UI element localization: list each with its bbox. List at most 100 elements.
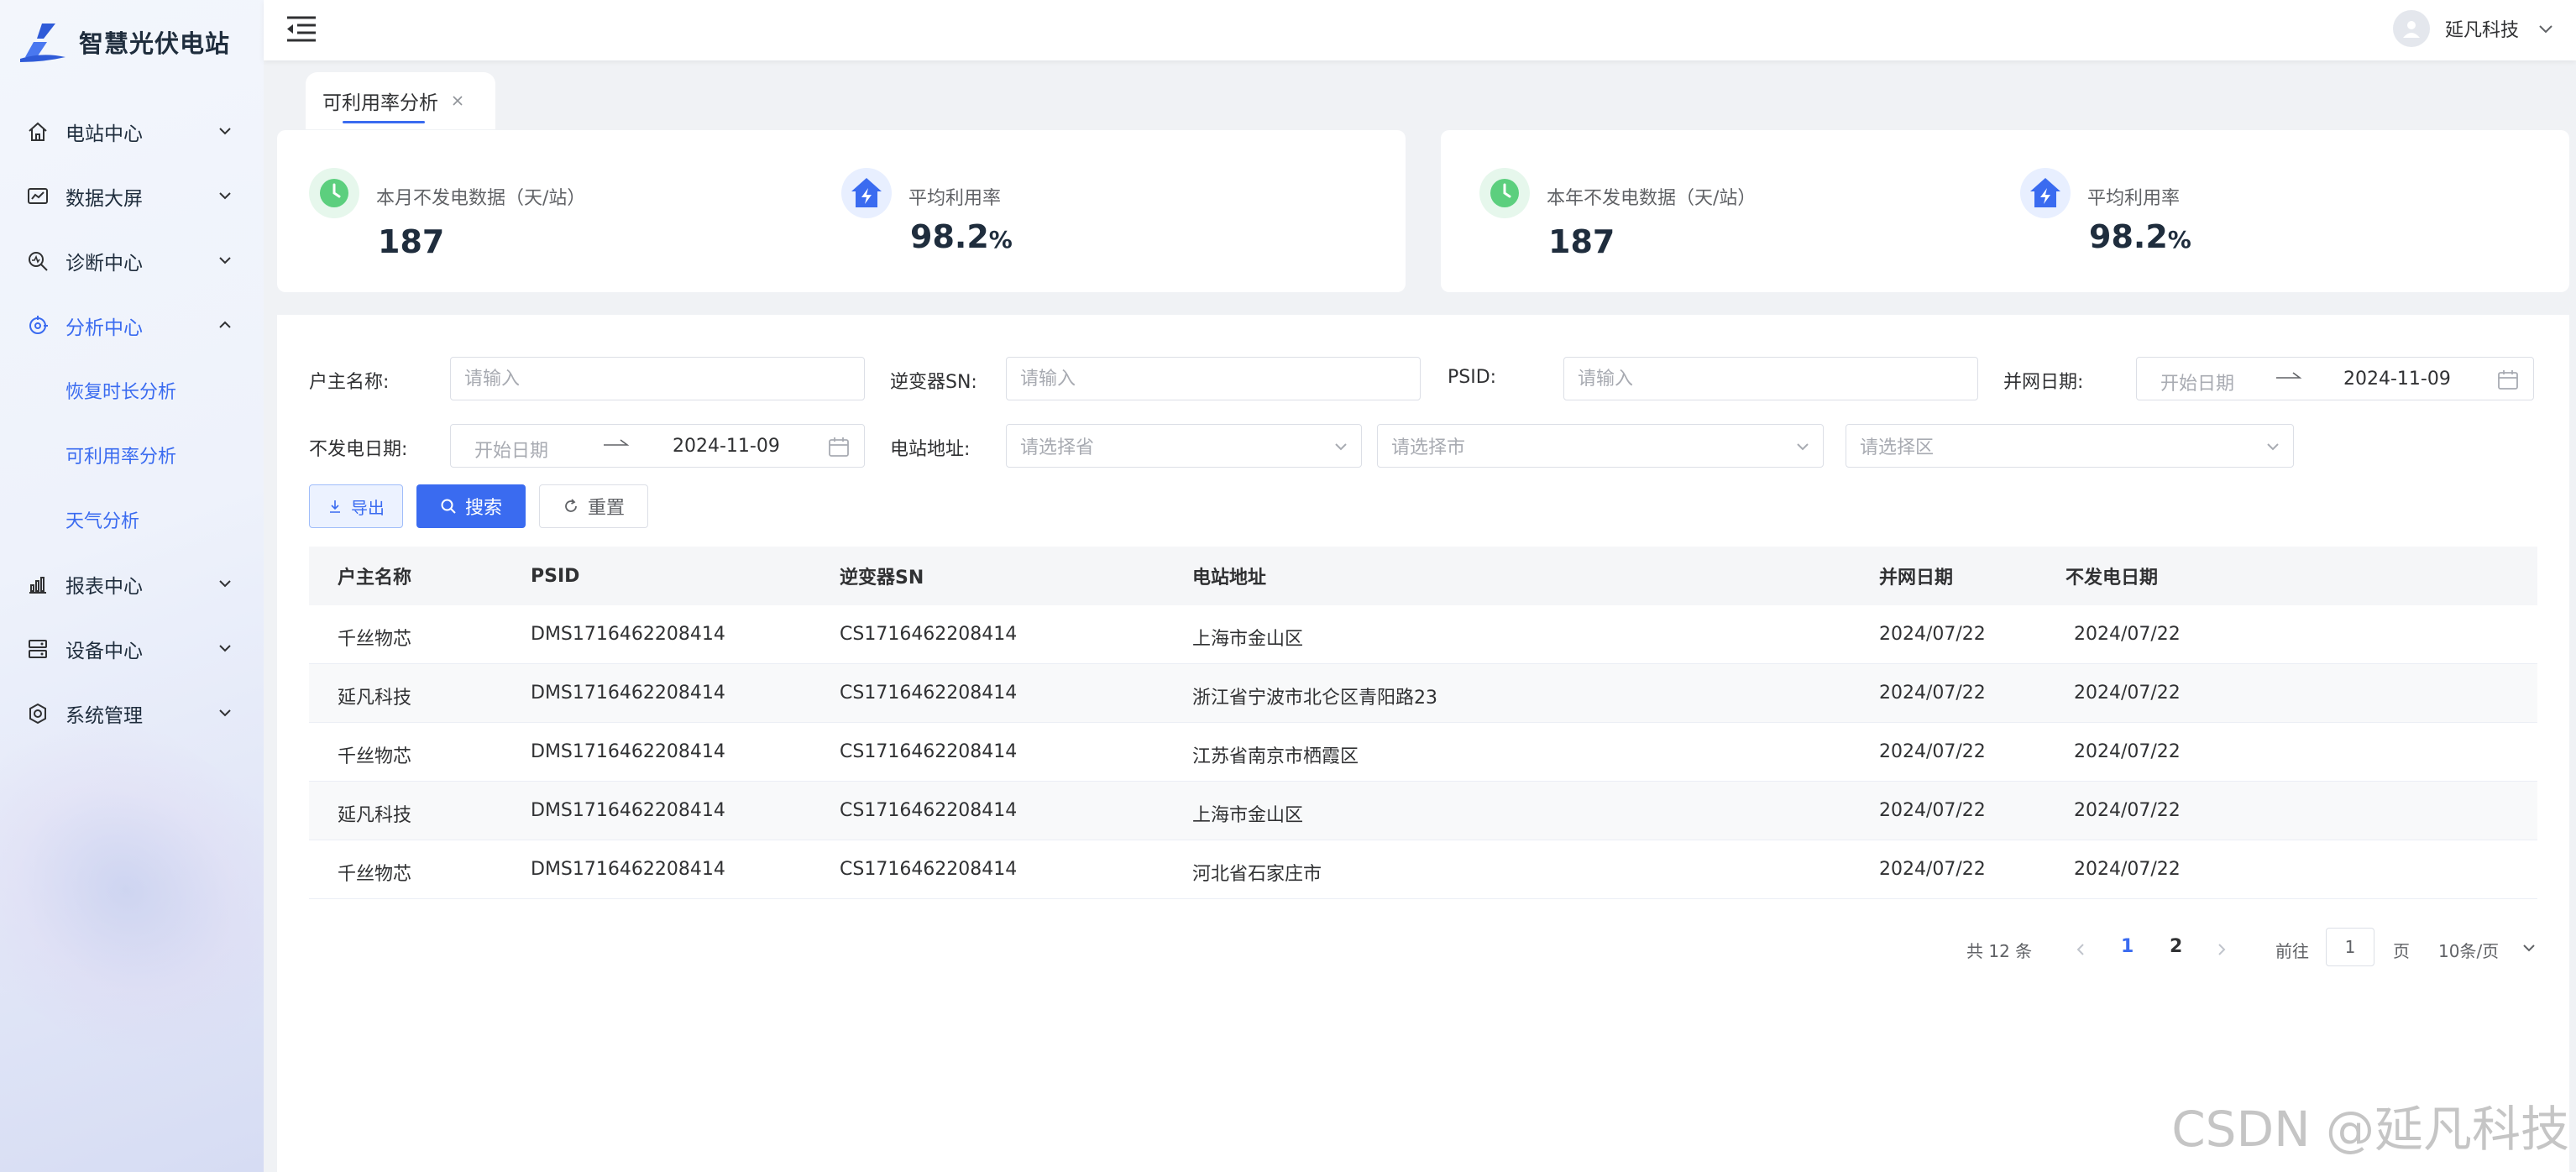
tab-availability-analysis[interactable]: 可利用率分析 [306,72,495,129]
watermark: CSDN @延凡科技 [2171,1101,2569,1158]
table-cell: 2024/07/22 [1879,624,1986,645]
calendar-icon [2498,370,2518,390]
city-select-value: 请选择市 [1391,437,1466,458]
table-row[interactable]: 千丝物芯 DMS1716462208414 CS1716462208414 上海市金山… [309,605,2537,664]
tab-label: 可利用率分析 [322,86,438,123]
column-header[interactable]: 不发电日期 [2066,562,2158,589]
chevron-down-icon [219,645,231,652]
reset-button[interactable]: 重置 [539,484,648,528]
menu-fold-icon[interactable] [284,13,319,45]
column-header[interactable]: 电站地址 [1192,562,1266,589]
report-icon [25,572,50,597]
stat-card-year: 本年不发电数据（天/站） 187 平均利用率 98.2% [1441,130,2569,292]
column-header[interactable]: PSID [531,566,579,587]
table-cell: 2024/07/22 [1879,683,1986,704]
table-row[interactable]: 延凡科技 DMS1716462208414 CS1716462208414 上海市金山… [309,782,2537,840]
sidebar-subitem-availability-analysis[interactable]: 可利用率分析 [0,422,264,487]
close-icon[interactable] [450,93,465,108]
column-header[interactable]: 户主名称 [338,562,411,589]
calendar-icon [829,437,849,457]
export-button[interactable]: 导出 [309,484,403,528]
sidebar-item-report-center[interactable]: 报表中心 [0,552,264,616]
export-button-label: 导出 [351,497,385,518]
sidebar-item-system-management[interactable]: 系统管理 [0,681,264,746]
device-icon [25,636,50,662]
table-cell: 江苏省南京市栖霞区 [1192,746,1359,767]
stat-value-unit: % [988,226,1013,254]
owner-input[interactable] [450,357,865,400]
chevron-down-icon [2539,25,2552,34]
table-row[interactable]: 千丝物芯 DMS1716462208414 CS1716462208414 江苏省南京… [309,723,2537,782]
sidebar-item-analysis-center[interactable]: 分析中心 [0,293,264,358]
chevron-down-icon[interactable] [2521,939,2537,956]
sidebar-item-label: 报表中心 [65,575,143,598]
nogen-date-end[interactable]: 2024-11-09 [673,436,780,457]
column-header[interactable]: 逆变器SN [840,562,924,589]
table-cell: 2024/07/22 [2074,800,2181,821]
sidebar-item-diagnosis-center[interactable]: 诊断中心 [0,228,264,293]
province-select[interactable]: 请选择省 [1006,424,1362,468]
owner-label: 户主名称: [309,372,390,393]
inverter-sn-input[interactable] [1006,357,1421,400]
search-button[interactable]: 搜索 [416,484,526,528]
table-cell: 2024/07/22 [2074,683,2181,704]
chevron-down-icon [219,192,231,200]
table-row[interactable]: 延凡科技 DMS1716462208414 CS1716462208414 浙江省宁波… [309,664,2537,723]
sidebar-item-data-screen[interactable]: 数据大屏 [0,164,264,228]
chevron-right-icon[interactable] [2212,939,2232,960]
clock-icon [1479,168,1530,218]
stat-value-number: 98.2 [910,218,989,255]
psid-label: PSID: [1448,367,1497,388]
table-cell: 2024/07/22 [2074,741,2181,762]
settings-icon [25,701,50,726]
home-icon [25,119,50,144]
chevron-down-icon [1797,443,1809,451]
reset-button-label: 重置 [587,498,625,519]
table-cell: 千丝物芯 [338,746,412,767]
user-icon [2402,21,2420,38]
nogen-date-start[interactable]: 开始日期 [474,436,548,463]
table-cell: DMS1716462208414 [531,859,725,880]
page-number[interactable]: 1 [2121,936,2134,957]
table-body: 千丝物芯 DMS1716462208414 CS1716462208414 上海市金山… [309,605,2537,899]
inverter-sn-field[interactable] [1020,368,1420,390]
search-icon [441,499,456,514]
sidebar-item-device-center[interactable]: 设备中心 [0,616,264,681]
column-header[interactable]: 并网日期 [1879,562,1953,589]
nogen-date-range[interactable]: 开始日期 2024-11-09 [450,424,865,468]
chevron-down-icon [219,128,231,135]
psid-input[interactable] [1563,357,1978,400]
sidebar-subitem-recovery-analysis[interactable]: 恢复时长分析 [0,358,264,422]
table-cell: 河北省石家庄市 [1192,864,1322,885]
psid-field[interactable] [1578,368,1977,390]
city-select[interactable]: 请选择市 [1377,424,1824,468]
district-select[interactable]: 请选择区 [1846,424,2294,468]
table-cell: DMS1716462208414 [531,741,725,762]
owner-input-field[interactable] [464,368,864,390]
grid-date-range[interactable]: 开始日期 2024-11-09 [2136,357,2534,400]
sidebar-item-label: 数据大屏 [65,187,143,210]
house-lightning-icon [841,168,892,218]
page-suffix: 页 [2393,941,2410,961]
grid-date-end[interactable]: 2024-11-09 [2343,369,2451,390]
province-select-value: 请选择省 [1020,437,1095,458]
sidebar-item-station-center[interactable]: 电站中心 [0,99,264,164]
grid-date-start[interactable]: 开始日期 [2160,369,2234,395]
logo-icon [20,24,65,62]
table-row[interactable]: 千丝物芯 DMS1716462208414 CS1716462208414 河北省石家… [309,840,2537,899]
analysis-icon [25,313,50,338]
user-name: 延凡科技 [2444,20,2519,41]
table-cell: DMS1716462208414 [531,800,725,821]
download-icon [330,500,340,513]
stat-value: 98.2% [910,218,1013,255]
sidebar-item-label: 设备中心 [65,640,143,662]
chevron-down-icon [2267,443,2279,451]
page-size-select[interactable]: 10条/页 [2438,938,2499,962]
page-number[interactable]: 2 [2170,936,2182,957]
user-menu[interactable]: 延凡科技 [2392,10,2554,47]
sidebar-subitem-weather-analysis[interactable]: 天气分析 [0,487,264,552]
sidebar: 智慧光伏电站 电站中心 数据大屏 诊断中心 分析中心 恢复时长分析 可利用率分析… [0,0,264,1172]
goto-page-input[interactable]: 1 [2326,928,2374,966]
chevron-left-icon[interactable] [2071,939,2091,960]
table-cell: 2024/07/22 [2074,624,2181,645]
